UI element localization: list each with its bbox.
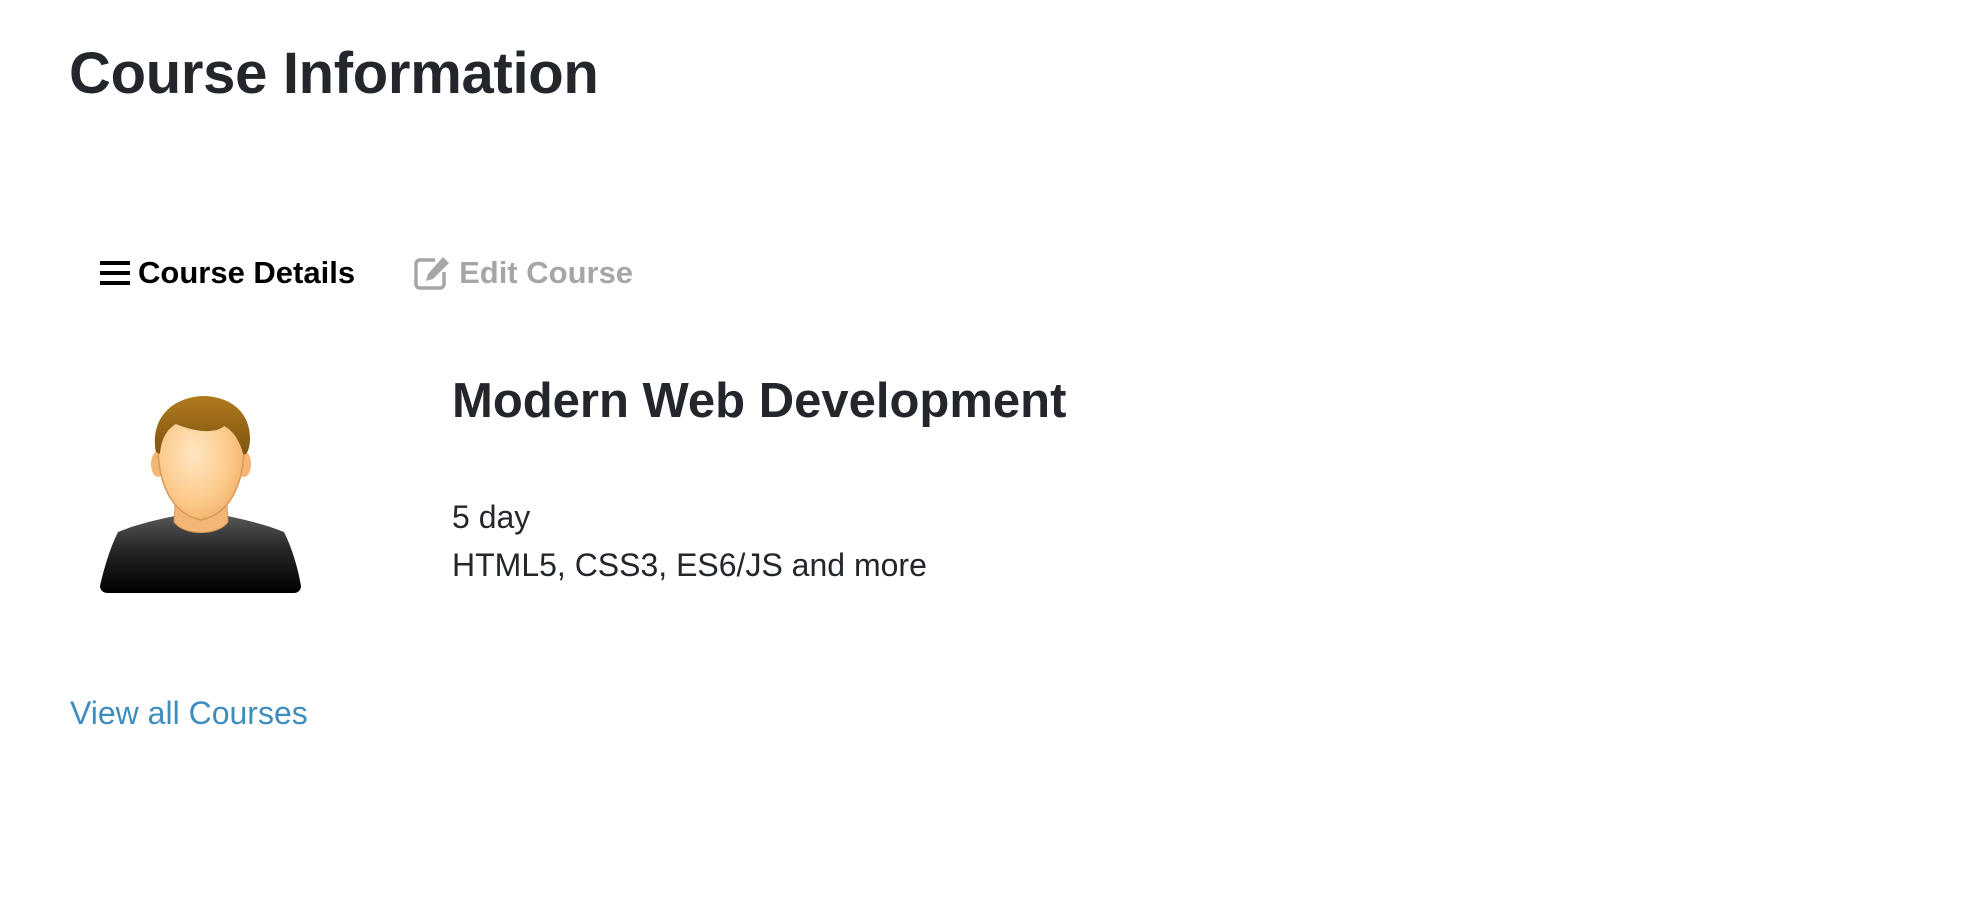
list-icon	[100, 259, 130, 287]
course-duration: 5 day	[452, 499, 531, 535]
tab-course-details-label: Course Details	[138, 255, 356, 290]
view-all-courses-link[interactable]: View all Courses	[70, 693, 308, 733]
user-avatar-icon	[98, 390, 304, 596]
tab-edit-course-label: Edit Course	[459, 255, 634, 290]
edit-icon	[413, 255, 451, 291]
page-title: Course Information	[69, 41, 599, 106]
course-description: HTML5, CSS3, ES6/JS and more	[452, 547, 927, 583]
tab-edit-course[interactable]: Edit Course	[413, 251, 633, 295]
course-tabs: Course Details Edit Course	[100, 251, 633, 295]
course-name: Modern Web Development	[452, 374, 1067, 428]
tab-course-details[interactable]: Course Details	[100, 251, 355, 295]
